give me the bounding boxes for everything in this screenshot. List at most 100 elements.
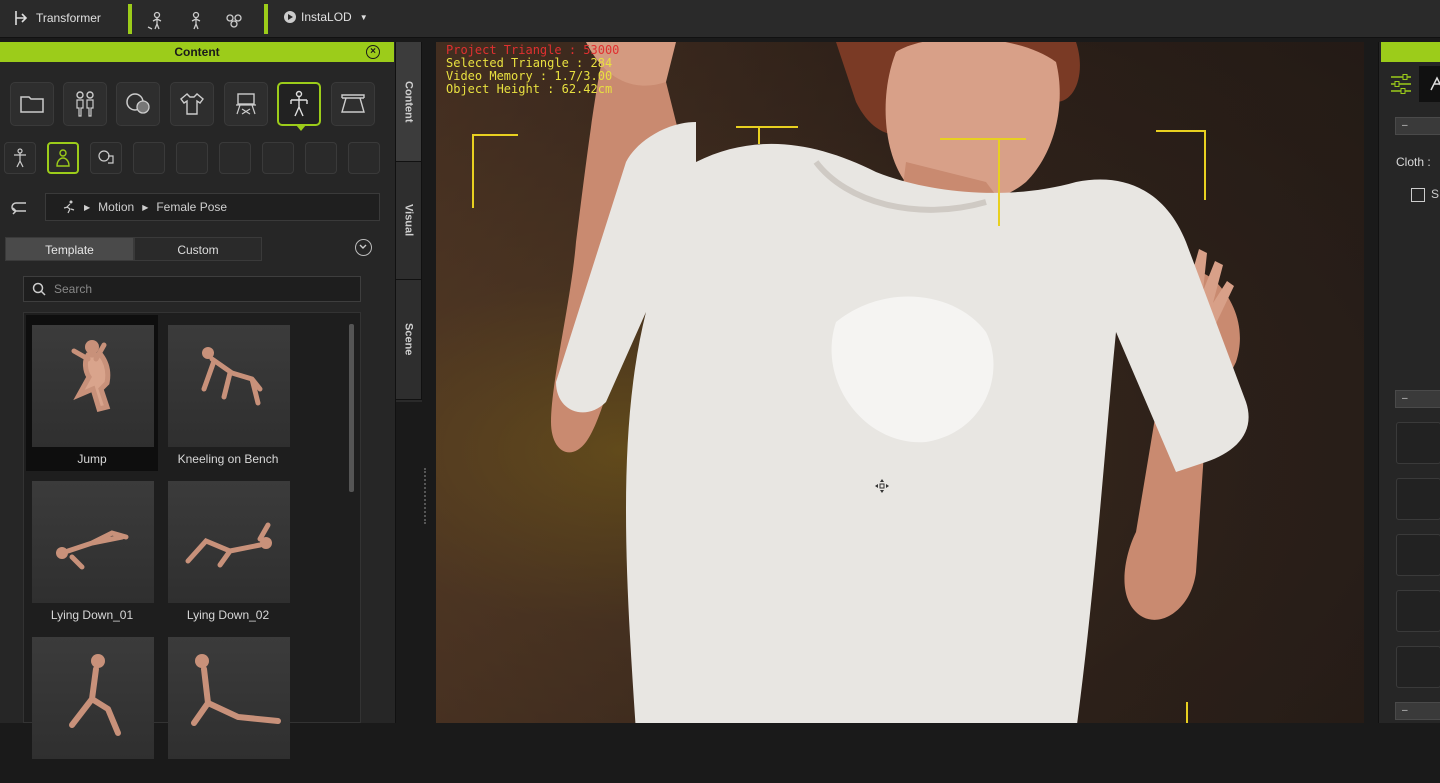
list-item[interactable]: Jump [26, 315, 158, 471]
scrollbar[interactable] [349, 324, 354, 492]
transformer-icon [15, 11, 28, 25]
empty-slot[interactable] [176, 142, 208, 174]
motion-pose-icon[interactable] [1419, 66, 1440, 102]
library-tabs: Template Custom [5, 237, 385, 261]
transformer-label: Transformer [36, 11, 101, 25]
checkbox-label: S [1431, 187, 1440, 201]
slot-box[interactable] [1396, 422, 1440, 464]
instalod-icon [284, 11, 296, 23]
object-height-stat: Object Height : 62.42cm [446, 82, 613, 96]
tab-content[interactable]: Content [396, 42, 422, 162]
stage-icon[interactable] [331, 82, 375, 126]
slot-box[interactable] [1396, 478, 1440, 520]
empty-slot[interactable] [262, 142, 294, 174]
list-item[interactable] [26, 627, 158, 783]
item-label: Kneeling on Bench [177, 452, 279, 466]
empty-slot[interactable] [305, 142, 337, 174]
item-label: Lying Down_02 [186, 608, 270, 622]
instalod-label: InstaLOD [301, 10, 352, 24]
morph-icon[interactable] [116, 82, 160, 126]
list-item[interactable]: Kneeling on Bench [162, 315, 294, 471]
item-label: Lying Down_01 [50, 608, 134, 622]
empty-slot[interactable] [133, 142, 165, 174]
thumbnail [32, 325, 154, 447]
settings-checkbox[interactable] [1411, 188, 1425, 202]
collapse-toggle[interactable]: – [1395, 702, 1440, 720]
3d-viewport[interactable]: Project Triangle : 53000 Selected Triang… [436, 42, 1364, 723]
sliders-icon[interactable] [1383, 66, 1419, 102]
search-icon [32, 282, 46, 296]
list-item[interactable] [162, 627, 294, 783]
breadcrumb-item[interactable]: Female Pose [156, 200, 227, 214]
empty-slot[interactable] [219, 142, 251, 174]
list-item[interactable]: Lying Down_02 [162, 471, 294, 627]
selection-tick [940, 138, 1026, 140]
collapse-toggle[interactable]: – [1395, 390, 1440, 408]
search-bar [23, 276, 361, 302]
instalod-menu[interactable]: InstaLOD ▼ [283, 10, 368, 24]
template-grid: Jump Kneeling on Bench Lying Down_01 Lyi… [23, 312, 361, 759]
selection-corner [1156, 130, 1206, 200]
selection-tick [758, 128, 760, 144]
hand-pose-icon[interactable] [90, 142, 122, 174]
folder-icon[interactable] [10, 82, 54, 126]
move-gizmo-icon[interactable] [874, 478, 890, 494]
chevron-right-icon: ▶ [142, 202, 149, 212]
close-icon[interactable]: × [366, 45, 380, 59]
chevron-down-icon[interactable] [355, 239, 372, 256]
character-render [551, 42, 1249, 723]
tab-template[interactable]: Template [5, 237, 134, 261]
tab-custom[interactable]: Custom [134, 237, 262, 261]
chevron-right-icon: ▶ [84, 202, 91, 212]
collapse-toggle[interactable]: – [1395, 117, 1440, 135]
panel-header: Content × [0, 42, 394, 62]
tab-label: Scene [402, 323, 415, 356]
slot-box[interactable] [1396, 590, 1440, 632]
tab-label: Visual [402, 204, 415, 237]
content-panel: Content × ▶ Motion ▶ Female Pose Templat… [0, 42, 396, 759]
modify-panel: – Cloth : S – – [1378, 42, 1440, 723]
thumbnail [168, 637, 290, 759]
side-tab-bar: Content Visual Scene [396, 42, 422, 402]
tab-scene[interactable]: Scene [396, 280, 422, 400]
group-icon[interactable] [222, 8, 246, 32]
toolbar-separator [264, 4, 268, 34]
selection-corner [472, 134, 518, 208]
list-item[interactable]: Lying Down_01 [26, 471, 158, 627]
figure-edit-icon[interactable] [184, 8, 208, 32]
running-figure-icon [63, 200, 75, 214]
selection-tick [736, 126, 798, 144]
slot-box[interactable] [1396, 534, 1440, 576]
item-label: Jump [77, 452, 107, 466]
chevron-down-icon: ▼ [359, 12, 368, 22]
back-arrow-icon[interactable] [10, 200, 30, 216]
search-input[interactable] [54, 282, 334, 296]
viewport-stats: Project Triangle : 53000 Selected Triang… [446, 44, 619, 96]
thumbnail [168, 481, 290, 603]
prop-icon[interactable] [224, 82, 268, 126]
cloth-icon[interactable] [170, 82, 214, 126]
motion-icon[interactable] [277, 82, 321, 131]
thumbnail [168, 325, 290, 447]
toolbar-separator [128, 4, 132, 34]
panel-title: Content [174, 45, 220, 59]
thumbnail [32, 481, 154, 603]
panel-header [1381, 42, 1440, 62]
selection-tick [998, 140, 1000, 226]
cloth-label: Cloth : [1396, 155, 1431, 169]
empty-slot[interactable] [348, 142, 380, 174]
tab-visual[interactable]: Visual [396, 162, 422, 280]
figure-tool-icon[interactable] [144, 8, 168, 32]
panel-resize-handle[interactable] [424, 468, 426, 524]
selection-tick [1186, 702, 1188, 723]
transformer-button[interactable]: Transformer [12, 6, 101, 30]
slot-box[interactable] [1396, 646, 1440, 688]
breadcrumb: ▶ Motion ▶ Female Pose [45, 193, 380, 221]
top-toolbar: Transformer InstaLOD ▼ [0, 0, 1440, 38]
pose-icon[interactable] [4, 142, 36, 174]
breadcrumb-item[interactable]: Motion [98, 200, 134, 214]
actor-icon[interactable] [63, 82, 107, 126]
tab-label: Content [402, 80, 415, 123]
thumbnail [32, 637, 154, 759]
female-pose-icon[interactable] [47, 142, 79, 174]
